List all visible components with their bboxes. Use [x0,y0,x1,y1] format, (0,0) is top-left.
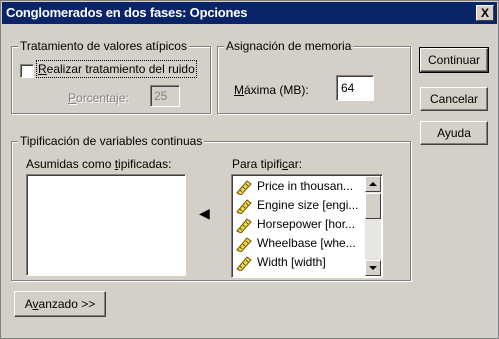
continue-button[interactable]: Continuar [419,47,489,73]
memory-allocation-legend: Asignación de memoria [224,39,354,53]
memory-allocation-group: Asignación de memoria Máxima (MB): 64 [217,39,411,114]
standardize-variables-group: Tipificación de variables continuas Asum… [11,134,411,281]
scale-ruler-icon [236,180,252,195]
variable-label: Width [width] [257,255,326,269]
window-title: Conglomerados en dos fases: Opciones [6,5,248,20]
max-memory-label: Máxima (MB): [234,83,309,97]
arrow-up-icon [369,182,377,186]
to-standardize-label: Para tipificar: [232,157,303,171]
advanced-button[interactable]: Avanzado >> [14,291,106,317]
close-button[interactable]: X [476,5,494,21]
variable-label: Wheelbase [whe... [257,236,356,250]
scale-ruler-icon [236,218,252,233]
move-variable-arrow[interactable]: ◀ [199,205,210,222]
scale-ruler-icon [236,256,252,271]
standardize-variables-legend: Tipificación de variables continuas [18,134,205,148]
assumed-standardized-list[interactable] [26,174,186,276]
options-dialog: Conglomerados en dos fases: Opciones X T… [0,0,499,339]
arrow-down-icon [369,266,377,270]
assumed-standardized-label: Asumidas como tipificadas: [26,157,172,171]
help-button[interactable]: Ayuda [420,121,488,145]
noise-treatment-checkbox[interactable] [20,64,34,78]
scroll-up-button[interactable] [365,176,381,192]
percentage-value: 25 [154,89,168,103]
variable-label: Price in thousan... [257,179,354,193]
max-memory-input[interactable]: 64 [336,75,374,101]
cancel-button[interactable]: Cancelar [420,87,488,111]
max-memory-value: 64 [341,81,355,95]
list-scrollbar[interactable] [365,176,381,276]
to-standardize-list[interactable]: Price in thousan... Engine size [engi... [231,174,383,278]
percentage-label: Porcentaje: [68,91,129,105]
scroll-thumb[interactable] [365,193,381,219]
variable-label: Horsepower [hor... [257,217,356,231]
outlier-treatment-group: Tratamiento de valores atípicos Realizar… [11,39,211,114]
scale-ruler-icon [236,237,252,252]
noise-treatment-label[interactable]: Realizar tratamiento del ruido [36,60,197,78]
outlier-treatment-legend: Tratamiento de valores atípicos [18,39,189,53]
variable-label: Engine size [engi... [257,198,359,212]
percentage-field[interactable]: 25 [150,85,180,107]
scale-ruler-icon [236,199,252,214]
scroll-down-button[interactable] [365,260,381,276]
title-bar[interactable]: Conglomerados en dos fases: Opciones X [2,2,497,24]
